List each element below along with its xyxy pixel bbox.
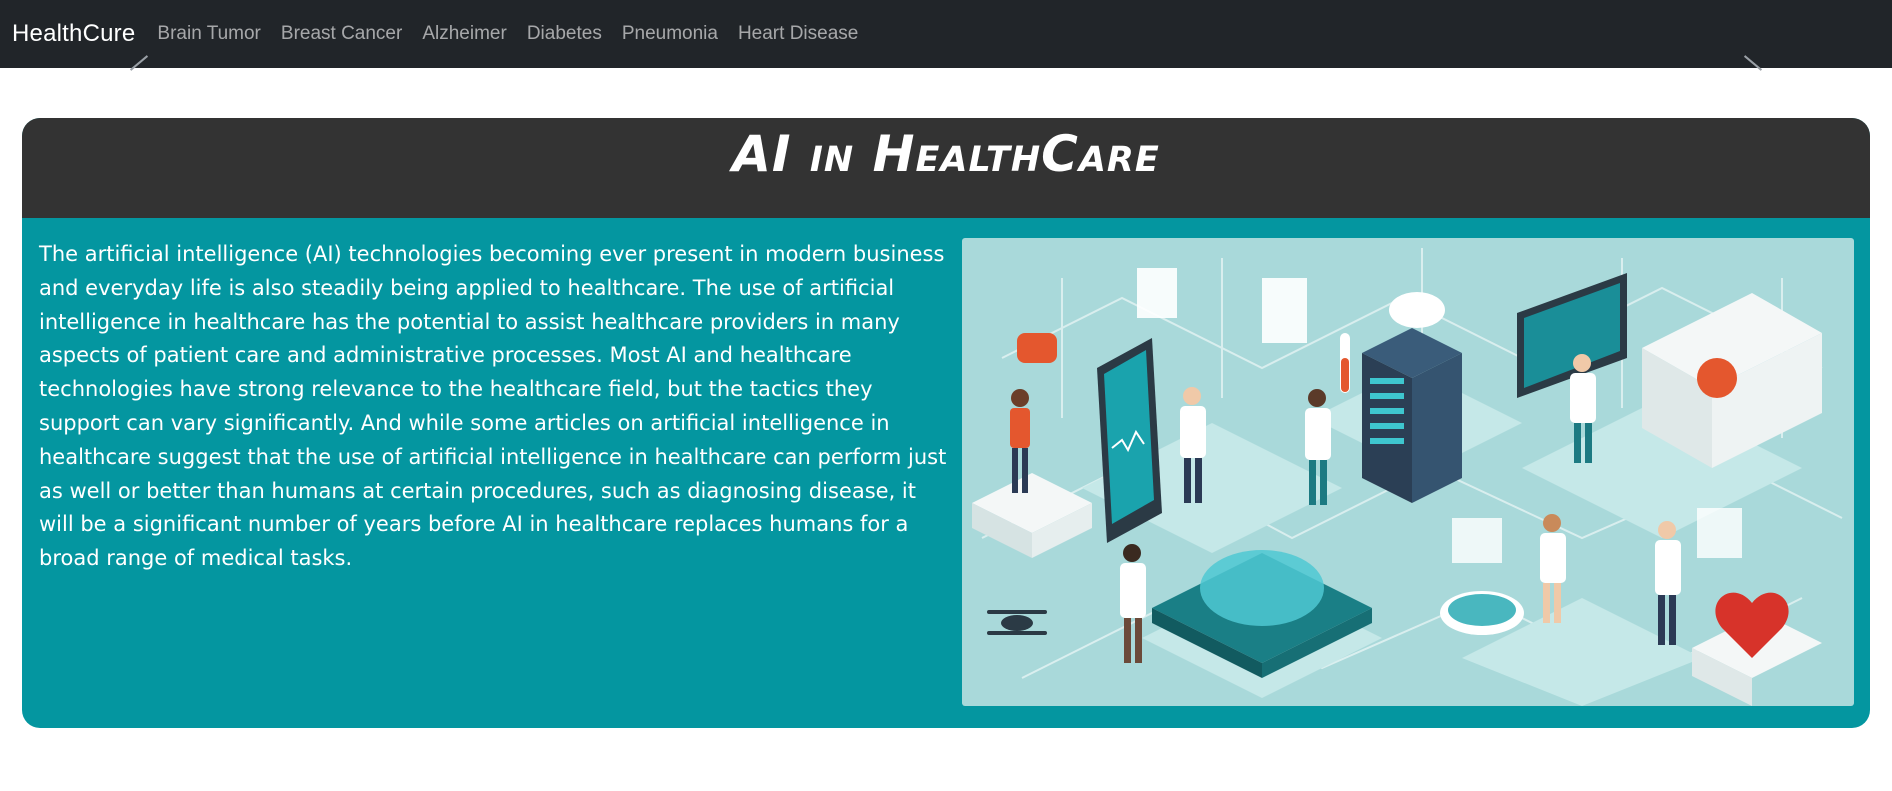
top-navbar: HealthCure Brain Tumor Breast Cancer Alz… xyxy=(0,0,1892,71)
nav-link-heart-disease[interactable]: Heart Disease xyxy=(738,23,858,45)
nav-link-breast-cancer[interactable]: Breast Cancer xyxy=(281,23,402,45)
nav-link-pneumonia[interactable]: Pneumonia xyxy=(622,23,718,45)
card-body: The artificial intelligence (AI) technol… xyxy=(22,218,1870,728)
ai-healthcare-card: AI in HealthCare The artificial intellig… xyxy=(22,118,1870,728)
brand-link[interactable]: HealthCure xyxy=(12,20,135,48)
page-title: AI in HealthCare xyxy=(732,125,1160,184)
nav-link-diabetes[interactable]: Diabetes xyxy=(527,23,602,45)
nav-links: Brain Tumor Breast Cancer Alzheimer Diab… xyxy=(157,23,878,45)
illustration-graphic xyxy=(972,248,1843,706)
carousel-next-icon[interactable] xyxy=(1743,55,1763,71)
carousel-prev-icon[interactable] xyxy=(129,55,149,71)
nav-link-alzheimer[interactable]: Alzheimer xyxy=(422,23,506,45)
ai-healthcare-illustration xyxy=(962,238,1854,706)
intro-paragraph: The artificial intelligence (AI) technol… xyxy=(39,242,947,571)
card-header: AI in HealthCare xyxy=(22,118,1870,218)
nav-link-brain-tumor[interactable]: Brain Tumor xyxy=(157,23,260,45)
